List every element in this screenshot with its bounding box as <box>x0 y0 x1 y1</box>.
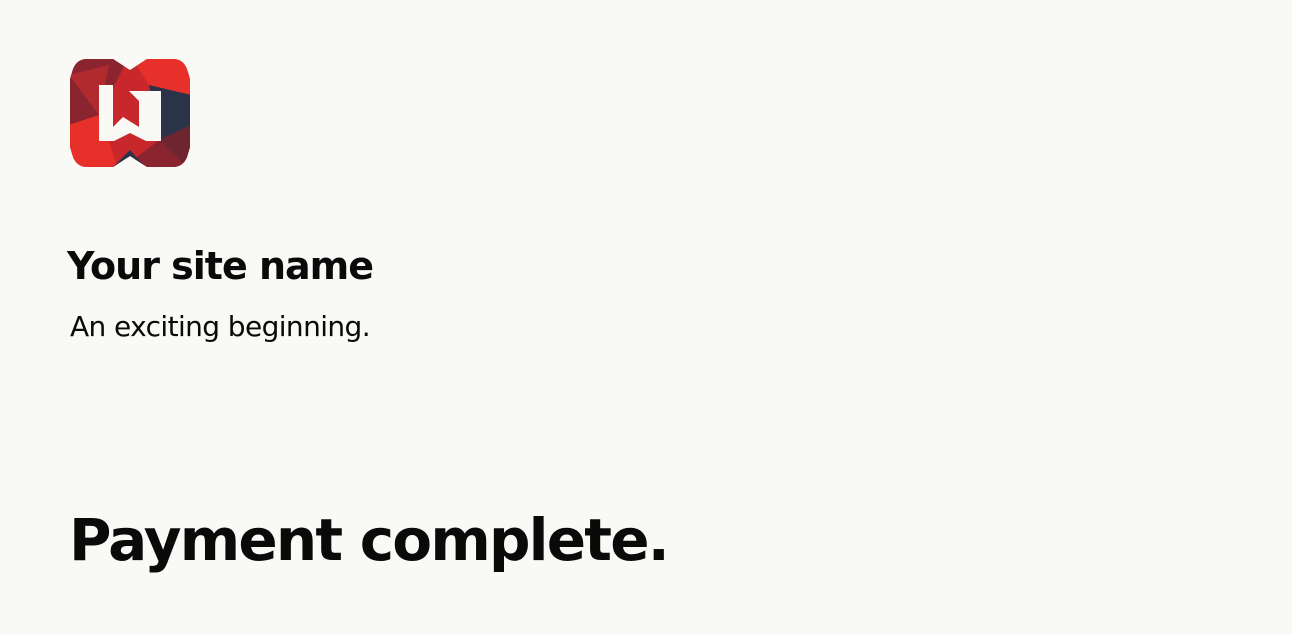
page: Your site name An exciting beginning. Pa… <box>0 0 1292 634</box>
site-name[interactable]: Your site name <box>67 238 374 294</box>
site-logo-link[interactable] <box>69 55 191 171</box>
site-logo-icon <box>70 59 190 167</box>
page-title: Payment complete. <box>69 506 670 574</box>
site-tagline: An exciting beginning. <box>70 310 371 343</box>
